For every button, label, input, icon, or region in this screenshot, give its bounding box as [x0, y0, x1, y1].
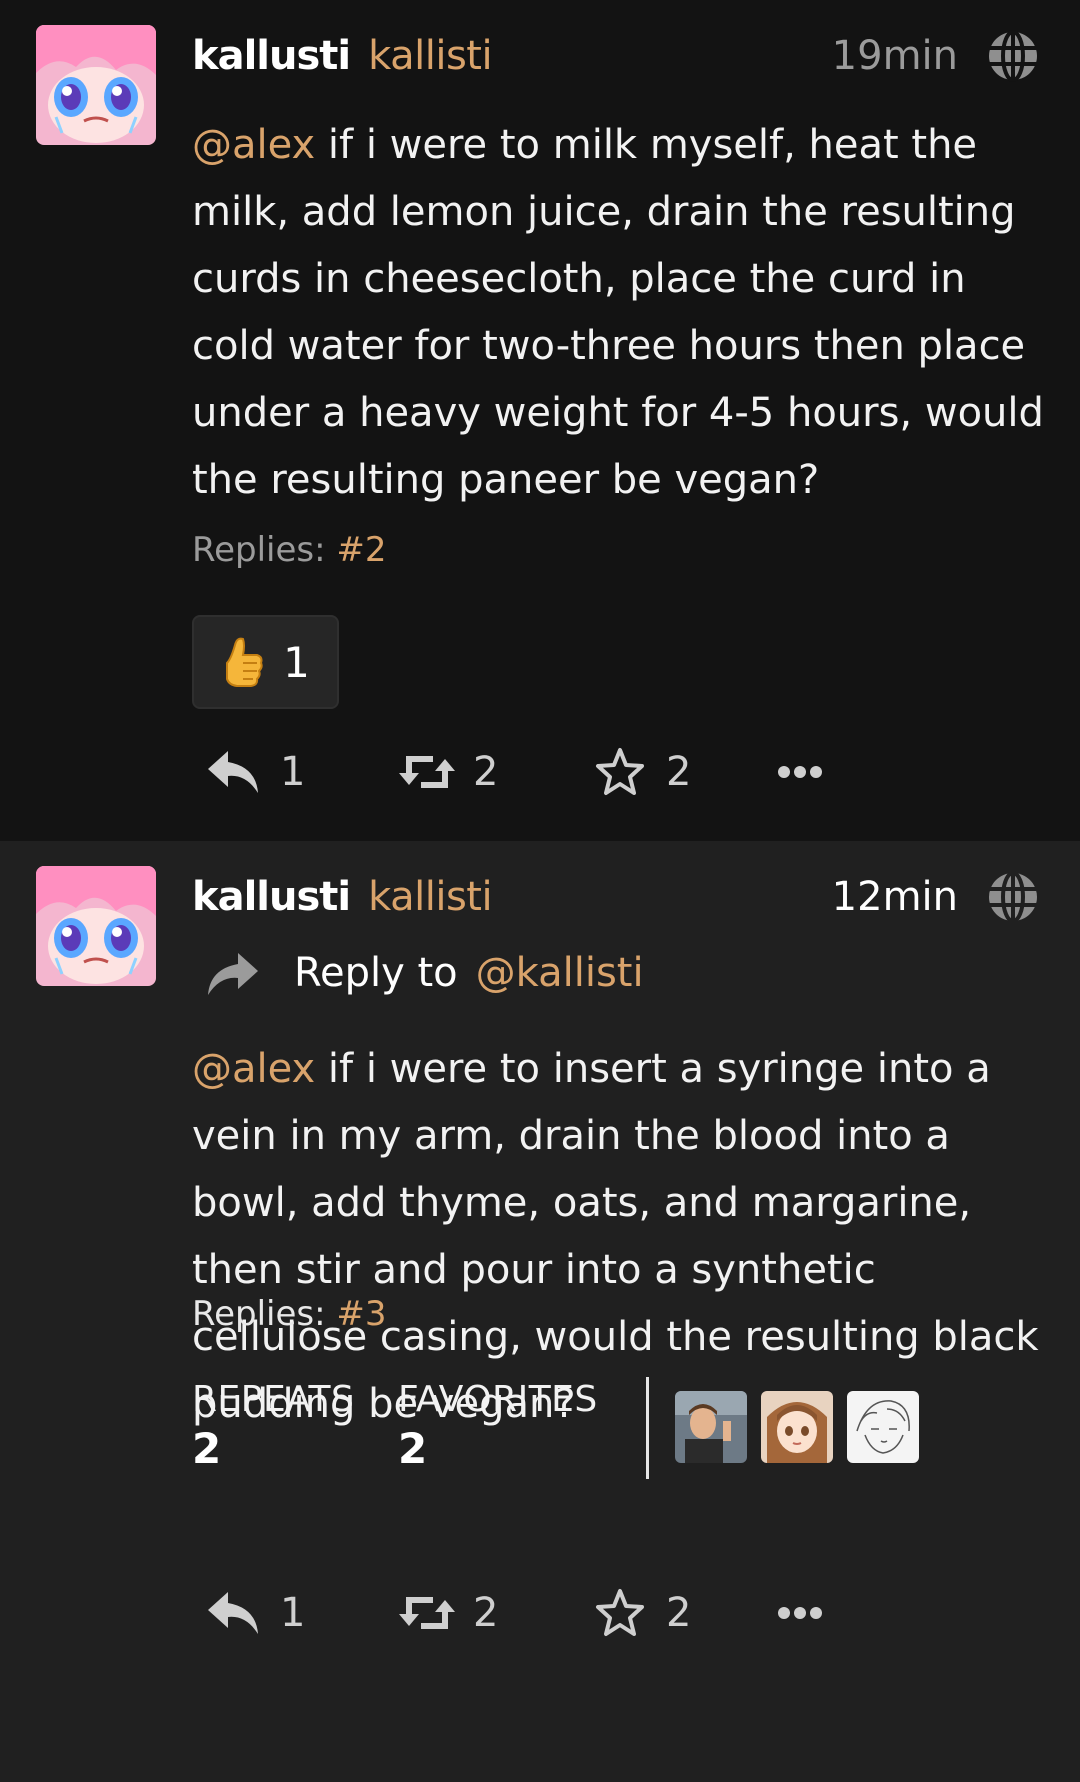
- reaction-button[interactable]: 1: [192, 615, 339, 709]
- post-content: @alex if i were to milk myself, heat the…: [192, 112, 1052, 514]
- more-icon: [778, 1607, 822, 1619]
- favoriter-avatar[interactable]: [761, 1391, 833, 1463]
- post-header: kallusti kallisti 19min: [192, 30, 1040, 82]
- repeats-label: REPEATS: [192, 1379, 355, 1420]
- post-body: if i were to milk myself, heat the milk,…: [192, 122, 1044, 503]
- boost-button[interactable]: 2: [399, 747, 592, 797]
- mention-link[interactable]: @alex: [192, 122, 315, 168]
- divider: [646, 1377, 649, 1479]
- replies-line: Replies: #2: [192, 530, 387, 570]
- reply-button[interactable]: 1: [206, 747, 399, 797]
- globe-icon[interactable]: [986, 870, 1040, 924]
- post-2[interactable]: kallusti kallisti 12min Reply to @kallis…: [0, 841, 1080, 1782]
- globe-icon[interactable]: [986, 29, 1040, 83]
- favorites-label: FAVORITES: [398, 1379, 598, 1420]
- display-name[interactable]: kallusti: [192, 33, 351, 79]
- replies-label: Replies:: [192, 1294, 337, 1334]
- reply-icon: [208, 1592, 258, 1634]
- boost-icon: [399, 1597, 455, 1629]
- reply-icon: [208, 751, 258, 793]
- replies-label: Replies:: [192, 530, 337, 570]
- reaction-count: 1: [283, 637, 310, 687]
- favoriter-avatar[interactable]: [847, 1391, 919, 1463]
- post-stats: REPEATS 2 FAVORITES 2: [192, 1377, 919, 1479]
- reply-to-label: Reply to: [294, 950, 458, 996]
- reply-link[interactable]: #3: [336, 1294, 386, 1334]
- post-time[interactable]: 19min: [832, 33, 958, 79]
- favorite-button[interactable]: 2: [592, 747, 777, 797]
- repeats-value: 2: [192, 1424, 222, 1473]
- favorite-button[interactable]: 2: [592, 1588, 777, 1638]
- action-bar: 1 2 2: [206, 742, 841, 802]
- reply-button[interactable]: 1: [206, 1588, 399, 1638]
- favorites-stat[interactable]: FAVORITES 2: [398, 1379, 646, 1479]
- account-handle[interactable]: kallisti: [368, 874, 492, 920]
- avatar[interactable]: [36, 866, 156, 986]
- reply-link[interactable]: #2: [336, 530, 386, 570]
- more-icon: [778, 766, 822, 778]
- action-bar: 1 2 2: [206, 1583, 841, 1643]
- boost-count: 2: [473, 1590, 499, 1636]
- favoriter-avatar[interactable]: [675, 1391, 747, 1463]
- reply-count: 1: [280, 1590, 306, 1636]
- favorited-by-avatars: [675, 1391, 919, 1479]
- star-icon: [596, 748, 644, 795]
- reply-arrow-icon: [208, 953, 258, 995]
- boost-button[interactable]: 2: [399, 1588, 592, 1638]
- post-1[interactable]: kallusti kallisti 19min @alex if i were …: [0, 0, 1080, 841]
- boost-count: 2: [473, 749, 499, 795]
- replies-line: Replies: #3: [192, 1294, 387, 1334]
- favorite-count: 2: [666, 749, 692, 795]
- post-header: kallusti kallisti 12min: [192, 871, 1040, 923]
- favorite-count: 2: [666, 1590, 692, 1636]
- post-content: @alex if i were to insert a syringe into…: [192, 1036, 1052, 1438]
- display-name[interactable]: kallusti: [192, 874, 351, 920]
- post-body: if i were to insert a syringe into a vei…: [192, 1046, 1039, 1427]
- reply-to-line[interactable]: Reply to @kallisti: [204, 943, 644, 1003]
- favorites-value: 2: [398, 1424, 428, 1473]
- more-button[interactable]: [777, 1606, 841, 1620]
- account-handle[interactable]: kallisti: [368, 33, 492, 79]
- thumbs-up-icon: [226, 637, 263, 687]
- more-button[interactable]: [777, 765, 841, 779]
- boost-icon: [399, 756, 455, 788]
- avatar[interactable]: [36, 25, 156, 145]
- post-time[interactable]: 12min: [832, 874, 958, 920]
- star-icon: [596, 1589, 644, 1636]
- mention-link[interactable]: @alex: [192, 1046, 315, 1092]
- repeats-stat[interactable]: REPEATS 2: [192, 1379, 398, 1479]
- reply-to-account[interactable]: @kallisti: [476, 950, 644, 996]
- reply-count: 1: [280, 749, 306, 795]
